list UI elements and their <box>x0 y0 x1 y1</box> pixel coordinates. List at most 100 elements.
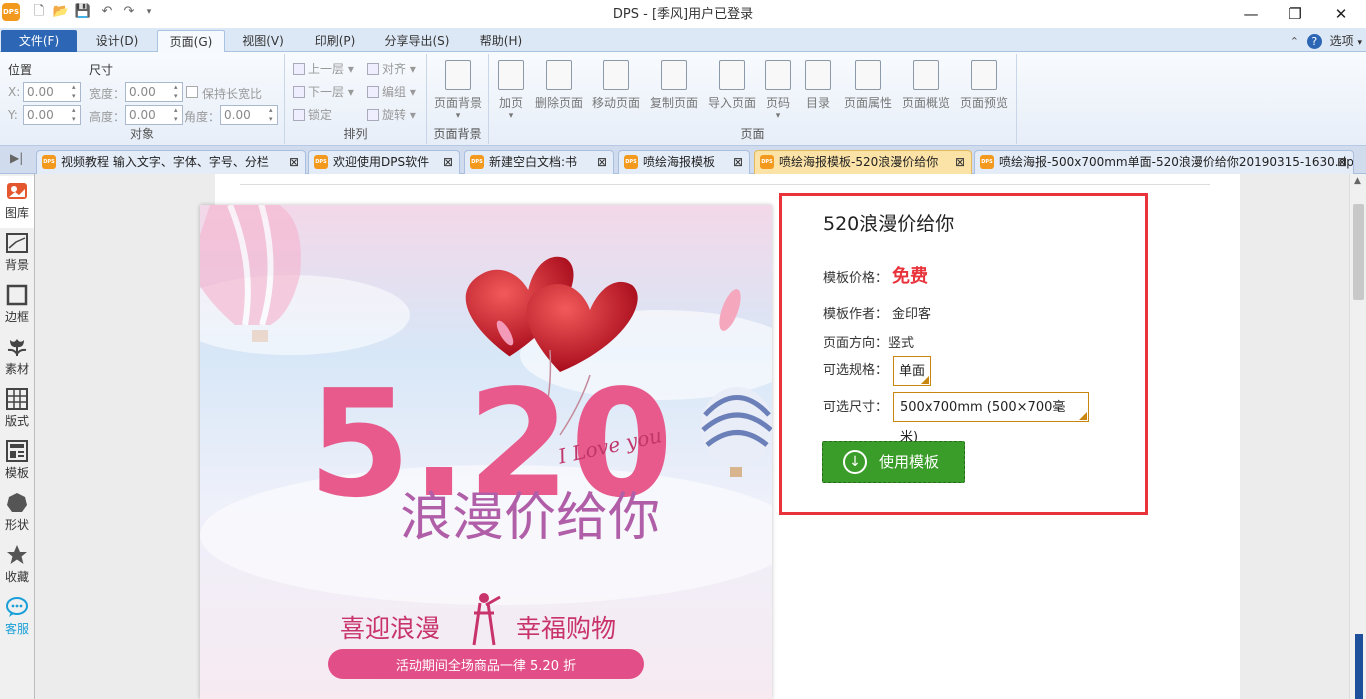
template-icon <box>6 440 28 462</box>
sidebar-label: 边框 <box>4 310 29 324</box>
size-option[interactable]: 500x700mm (500×700毫米) <box>893 392 1089 445</box>
send-backward-button[interactable]: 下一层 ▾ <box>293 83 354 101</box>
vertical-scrollbar[interactable]: ▲ <box>1349 174 1366 699</box>
page-background-button[interactable]: 页面背景 ▾ <box>429 60 487 126</box>
options-button[interactable]: 选项 <box>1330 34 1354 48</box>
menu-view[interactable]: 视图(V) <box>230 30 296 52</box>
delete-page-button[interactable]: 删除页面 <box>530 60 588 126</box>
bring-forward-label: 上一层 <box>308 62 345 76</box>
layout-grid-icon <box>6 388 28 410</box>
tab-label: 欢迎使用DPS软件 <box>333 155 430 169</box>
sidebar-label: 图库 <box>4 206 29 220</box>
bring-forward-icon <box>293 63 305 75</box>
menu-help[interactable]: 帮助(H) <box>466 30 536 52</box>
tab-video-tutorial[interactable]: DPS 视频教程 输入文字、字体、字号、分栏 ⊠ <box>36 150 306 174</box>
author-row: 模板作者： 金印客 <box>823 303 931 322</box>
price-value: 免费 <box>892 266 929 287</box>
price-label: 模板价格： <box>823 271 889 286</box>
tab-welcome[interactable]: DPS 欢迎使用DPS软件 ⊠ <box>308 150 460 174</box>
tab-label: 喷绘海报模板 <box>643 155 716 169</box>
move-page-label: 移动页面 <box>591 96 640 110</box>
menu-page[interactable]: 页面(G) <box>157 30 225 52</box>
tab-520-file[interactable]: DPS 喷绘海报-500x700mm单面-520浪漫价给你20190315-163… <box>974 150 1354 174</box>
page-preview-button[interactable]: 页面预览 <box>955 60 1013 126</box>
copy-page-icon <box>661 60 687 90</box>
move-page-icon <box>603 60 629 90</box>
width-input[interactable]: 0.00 <box>125 82 183 102</box>
sidebar-item-shape[interactable]: 形状 <box>0 488 34 540</box>
download-icon: ↓ <box>843 450 867 474</box>
help-icon[interactable]: ? <box>1306 34 1322 49</box>
tab-poster-template[interactable]: DPS 喷绘海报模板 ⊠ <box>618 150 750 174</box>
shape-icon <box>6 492 28 514</box>
scrollbar-thumb[interactable] <box>1353 204 1364 300</box>
sidebar-item-layout[interactable]: 版式 <box>0 384 34 436</box>
menu-design[interactable]: 设计(D) <box>84 30 150 52</box>
group-button[interactable]: 编组 ▾ <box>367 83 416 101</box>
poster-headline-text: 浪漫价给你 <box>400 488 660 548</box>
scroll-up-icon[interactable]: ▲ <box>1354 176 1361 186</box>
rotate-icon <box>367 109 379 121</box>
align-button[interactable]: 对齐 ▾ <box>367 60 416 78</box>
close-tab-icon[interactable]: ⊠ <box>289 151 299 173</box>
orientation-value: 竖式 <box>888 336 915 351</box>
keep-ratio-label: 保持长宽比 <box>202 87 263 101</box>
page-overview-button[interactable]: 页面概览 <box>897 60 955 126</box>
page-group-label: 页面 <box>740 127 765 141</box>
lock-button[interactable]: 锁定 <box>293 106 332 124</box>
dps-file-icon: DPS <box>760 155 774 169</box>
sidebar-item-favorites[interactable]: 收藏 <box>0 540 34 592</box>
object-group: 位置 尺寸 X: 0.00 Y: 0.00 宽度： 0.00 高度： 0.00 … <box>0 54 285 144</box>
rotate-button[interactable]: 旋转 ▾ <box>367 106 416 124</box>
keep-ratio-checkbox[interactable] <box>186 86 198 98</box>
height-input[interactable]: 0.00 <box>125 105 183 125</box>
spec-option[interactable]: 单面 <box>893 356 932 386</box>
title-bar: DPS 🗋 📂 💾 ↶ ↷ ▾ DPS - [季风]用户已登录 — ❐ ✕ <box>0 0 1366 28</box>
x-input[interactable]: 0.00 <box>23 82 81 102</box>
close-tab-icon[interactable]: ⊠ <box>1337 151 1347 173</box>
poster-artwork: 5.20 I Love you 浪漫价给你 喜迎浪漫 幸福购物 活动期间全场商品… <box>200 205 772 679</box>
use-template-label: 使用模板 <box>879 453 940 471</box>
restore-icon[interactable]: ❐ <box>1272 2 1318 26</box>
bring-forward-button[interactable]: 上一层 ▾ <box>293 60 354 78</box>
menu-share-export[interactable]: 分享导出(S) <box>374 30 460 52</box>
y-label: Y: <box>8 108 18 122</box>
side-panel: 图库 背景 边框 素材 版式 模板 形状 收藏 客服 <box>0 174 35 699</box>
menu-file[interactable]: 文件(F) <box>1 30 77 52</box>
collapse-ribbon-icon[interactable]: ⌃ <box>1290 35 1299 48</box>
page-overview-label: 页面概览 <box>901 96 950 110</box>
sidebar-item-background[interactable]: 背景 <box>0 228 34 280</box>
tab-label: 喷绘海报模板-520浪漫价给你 <box>779 155 939 169</box>
sidebar-item-border[interactable]: 边框 <box>0 280 34 332</box>
tab-520-template[interactable]: DPS 喷绘海报模板-520浪漫价给你 ⊠ <box>754 150 972 174</box>
sidebar-item-service[interactable]: 客服 <box>0 592 34 644</box>
sidebar-item-material[interactable]: 素材 <box>0 332 34 384</box>
close-tab-icon[interactable]: ⊠ <box>955 151 965 173</box>
angle-input[interactable]: 0.00 <box>220 105 278 125</box>
y-input[interactable]: 0.00 <box>23 105 81 125</box>
copy-page-button[interactable]: 复制页面 <box>645 60 703 126</box>
close-tab-icon[interactable]: ⊠ <box>597 151 607 173</box>
chat-icon <box>6 596 28 618</box>
page-group: 加页 ▾ 删除页面 移动页面 复制页面 导入页面 页码 ▾ 目录 页面属性 页面概览… <box>489 54 1017 144</box>
sidebar-item-template[interactable]: 模板 <box>0 436 34 488</box>
close-icon[interactable]: ✕ <box>1318 2 1364 26</box>
tab-new-doc[interactable]: DPS 新建空白文档:书 ⊠ <box>464 150 614 174</box>
move-page-button[interactable]: 移动页面 <box>587 60 645 126</box>
flower-icon <box>6 336 28 358</box>
tab-label: 视频教程 输入文字、字体、字号、分栏 <box>61 155 269 169</box>
sidebar-item-gallery[interactable]: 图库 <box>0 176 34 228</box>
menu-print[interactable]: 印刷(P) <box>302 30 368 52</box>
add-page-icon <box>498 60 524 90</box>
tab-scroll-icon[interactable]: ▶| <box>10 151 23 165</box>
use-template-button[interactable]: ↓ 使用模板 <box>822 441 965 483</box>
align-label: 对齐 <box>382 62 407 76</box>
close-tab-icon[interactable]: ⊠ <box>443 151 453 173</box>
dps-file-icon: DPS <box>470 155 484 169</box>
chevron-down-icon[interactable]: ▾ <box>1357 38 1362 48</box>
page-properties-button[interactable]: 页面属性 <box>839 60 897 126</box>
poster-slogan-left: 喜迎浪漫 <box>340 614 440 643</box>
spec-label: 可选规格： <box>823 363 889 378</box>
minimize-icon[interactable]: — <box>1228 2 1274 26</box>
close-tab-icon[interactable]: ⊠ <box>733 151 743 173</box>
